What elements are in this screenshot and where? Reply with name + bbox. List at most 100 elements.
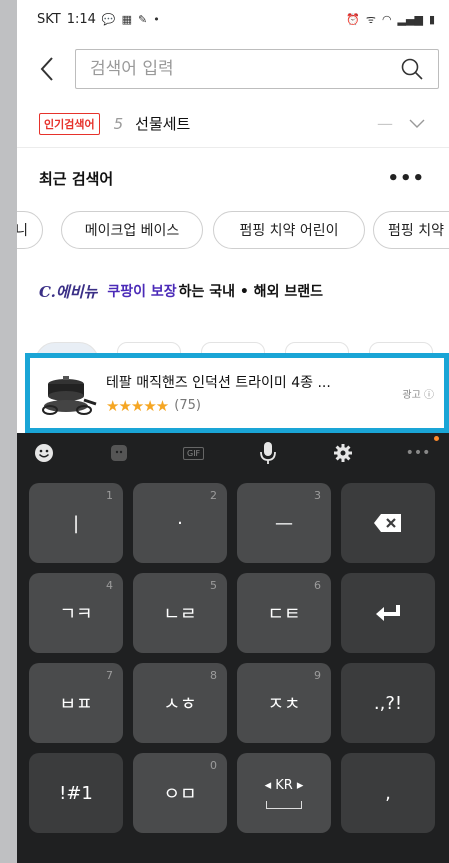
key-number: 7 <box>106 669 113 682</box>
product-thumbnail-icon <box>42 376 97 415</box>
chip-label: 메이크업 베이스 <box>84 223 180 239</box>
key-number: 9 <box>314 669 321 682</box>
ad-title: 테팔 매직핸즈 인덕션 트라이미 4종 ... <box>106 374 331 391</box>
key-number: 6 <box>314 579 321 592</box>
key-label: | <box>72 512 80 534</box>
recent-chip[interactable]: 펌핑 치약 어린이 <box>213 211 365 249</box>
notification-dot-icon <box>434 436 439 441</box>
wifi-icon: ◠ <box>381 12 392 26</box>
brand-logo: C.에비뉴 <box>39 282 98 301</box>
sticker-icon[interactable] <box>104 438 134 468</box>
recent-searches-title: 최근 검색어 <box>39 169 114 188</box>
carrier-label: SKT <box>37 11 61 27</box>
key[interactable]: ㄷㅌ 6 <box>237 573 331 653</box>
key-label: ㅂㅍ <box>59 694 93 715</box>
brand-highlight: 쿠팡이 보장 <box>107 284 177 300</box>
back-button[interactable] <box>29 49 65 89</box>
emoji-icon[interactable] <box>29 438 59 468</box>
notification-dot-icon: • <box>153 12 160 26</box>
gif-icon[interactable]: GIF <box>179 438 209 468</box>
key[interactable]: ㅈㅊ 9 <box>237 663 331 743</box>
key-label: ◂ KR ▸ <box>264 777 304 793</box>
symbols-key[interactable]: !#1 <box>29 753 123 833</box>
comma-key[interactable]: , <box>341 753 435 833</box>
keyboard-toolbar: GIF ••• <box>17 433 449 473</box>
ad-badge[interactable]: 광고 ⓘ <box>402 386 434 401</box>
recent-chip[interactable]: 펌핑 치약 <box>373 211 449 249</box>
more-icon[interactable]: ••• <box>403 438 433 468</box>
alarm-icon: ⏰ <box>346 12 360 26</box>
microphone-icon[interactable] <box>253 438 283 468</box>
key[interactable]: ㅅㅎ 8 <box>133 663 227 743</box>
key-number: 0 <box>210 759 217 772</box>
search-input[interactable] <box>90 59 392 79</box>
key-number: 2 <box>210 489 217 502</box>
key-label: · <box>177 512 183 534</box>
gallery-icon: ▦ <box>121 12 133 26</box>
status-left: SKT 1:14 💬 ▦ ✎ • <box>37 12 160 27</box>
chevron-left-icon <box>40 57 53 81</box>
brand-banner[interactable]: C.에비뉴 쿠팡이 보장 하는 국내 • 해외 브랜드 <box>17 254 449 328</box>
space-language-key[interactable]: ◂ KR ▸ <box>237 753 331 833</box>
pen-icon: ✎ <box>138 12 148 26</box>
key-label: ㅇㅁ <box>163 784 197 805</box>
search-icon[interactable] <box>400 57 424 81</box>
key[interactable]: ㄱㅋ 4 <box>29 573 123 653</box>
popular-keyword-ticker[interactable]: 인기검색어 5 선물세트 — <box>17 100 449 148</box>
battery-icon: ▮ <box>428 12 435 26</box>
chip-label: 펌핑 치약 어린이 <box>239 223 339 239</box>
key[interactable]: ㄴㄹ 5 <box>133 573 227 653</box>
key-label: — <box>275 512 293 534</box>
recent-chip[interactable]: 메이크업 베이스 <box>61 211 203 249</box>
status-bar: SKT 1:14 💬 ▦ ✎ • ⏰ ᯤ ◠ ▂▄▆ ▮ <box>17 0 449 38</box>
key-label: ㅈㅊ <box>267 694 301 715</box>
enter-key[interactable] <box>341 573 435 653</box>
key-label: ㄷㅌ <box>267 604 301 625</box>
key[interactable]: ㅇㅁ 0 <box>133 753 227 833</box>
gear-icon[interactable] <box>328 438 358 468</box>
popular-badge: 인기검색어 <box>39 112 100 135</box>
backspace-key[interactable] <box>341 483 435 563</box>
key-label: ㅅㅎ <box>163 694 197 715</box>
search-box[interactable] <box>75 49 439 89</box>
key-label: , <box>385 782 391 804</box>
recent-search-chips: 니 메이크업 베이스 펌핑 치약 어린이 펌핑 치약 <box>17 208 449 254</box>
key-label: .,?! <box>373 692 403 714</box>
chevron-down-icon[interactable] <box>409 119 425 129</box>
brand-text: 하는 국내 • 해외 브랜드 <box>178 284 323 300</box>
key-number: 4 <box>106 579 113 592</box>
key-label: !#1 <box>59 782 93 804</box>
key-number: 1 <box>106 489 113 502</box>
rank-change-icon: — <box>377 114 393 133</box>
punctuation-key[interactable]: .,?! <box>341 663 435 743</box>
sponsored-product-ad[interactable]: 테팔 매직핸즈 인덕션 트라이미 4종 ... ★★★★★ (75) 광고 ⓘ <box>25 353 449 433</box>
ad-body: 테팔 매직핸즈 인덕션 트라이미 4종 ... ★★★★★ (75) <box>106 372 396 415</box>
keyboard: GIF ••• | 1 · 2 —3 ㄱㅋ 4 ㄴㄹ 5 ㄷㅌ 6 ㅂㅍ 7 ㅅ… <box>17 433 449 863</box>
popular-term[interactable]: 선물세트 <box>135 113 377 134</box>
key-label: ㄱㅋ <box>59 604 93 625</box>
chip-label: 펌핑 치약 <box>388 223 444 239</box>
ad-rating: ★★★★★ (75) <box>106 397 396 415</box>
search-header <box>17 38 449 100</box>
recent-chip[interactable]: 니 <box>17 211 43 249</box>
recent-searches-header: 최근 검색어 ••• <box>17 148 449 208</box>
signal-icon: ▂▄▆ <box>397 12 423 26</box>
key[interactable]: · 2 <box>133 483 227 563</box>
app-screen: SKT 1:14 💬 ▦ ✎ • ⏰ ᯤ ◠ ▂▄▆ ▮ 검색어 입력 인기검색… <box>17 0 449 863</box>
time-label: 1:14 <box>66 11 96 27</box>
key-number: 5 <box>210 579 217 592</box>
key[interactable]: | 1 <box>29 483 123 563</box>
key-number: 8 <box>210 669 217 682</box>
key-label: ㄴㄹ <box>163 604 197 625</box>
key[interactable]: —3 <box>237 483 331 563</box>
key-number: 3 <box>314 489 321 502</box>
more-options-icon[interactable]: ••• <box>387 168 425 189</box>
star-rating-icon: ★★★★★ <box>106 396 169 415</box>
status-right: ⏰ ᯤ ◠ ▂▄▆ ▮ <box>346 12 435 27</box>
wifi-call-icon: ᯤ <box>365 12 376 26</box>
popular-rank: 5 <box>113 114 124 133</box>
message-icon: 💬 <box>101 12 116 26</box>
key[interactable]: ㅂㅍ 7 <box>29 663 123 743</box>
backspace-icon <box>374 514 401 532</box>
ad-badge-label: 광고 <box>402 389 421 401</box>
